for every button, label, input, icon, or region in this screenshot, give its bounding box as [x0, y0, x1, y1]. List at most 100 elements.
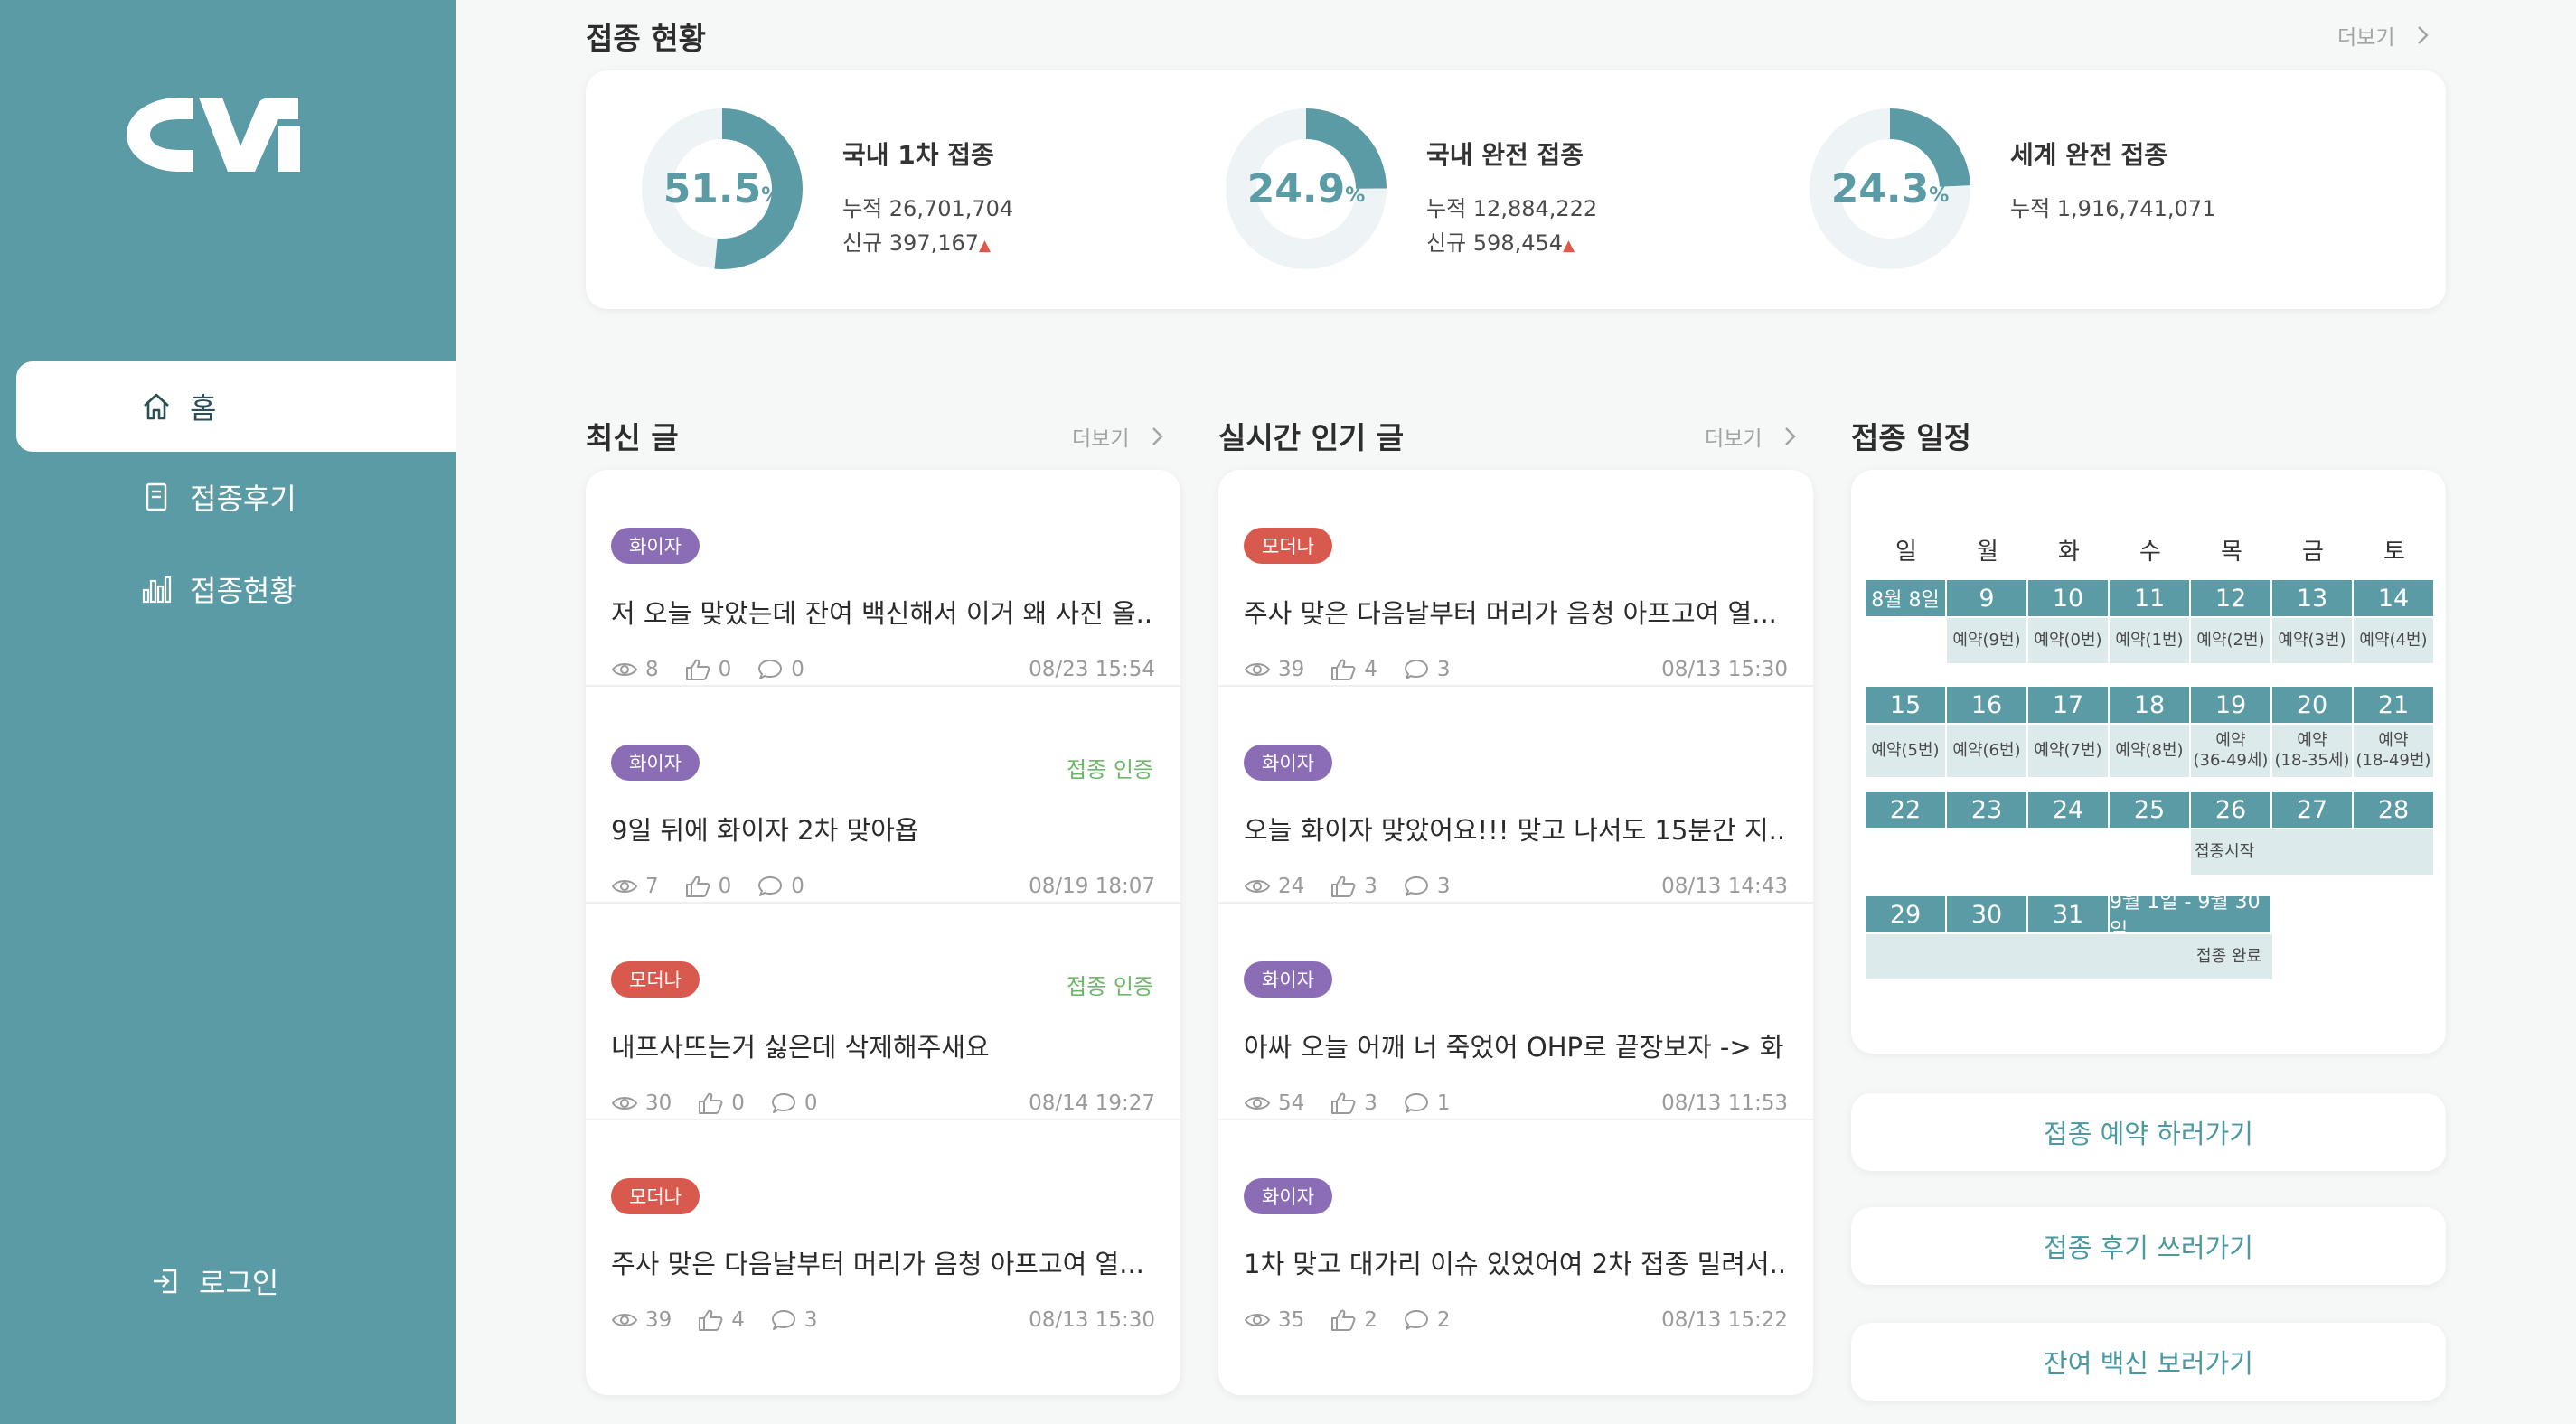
popular-section-title: 실시간 인기 글 — [1218, 420, 1405, 455]
nav-home[interactable]: 홈 — [16, 361, 456, 452]
comment-icon — [1404, 1310, 1428, 1330]
post-date: 08/13 15:30 — [1661, 658, 1788, 681]
post-item[interactable]: 화이자 접종 인증 9일 뒤에 화이자 2차 맞아욥 7 0 0 08/19 18:07 — [586, 687, 1180, 904]
leftover-vaccine-button[interactable]: 잔여 백신 보러가기 — [1851, 1323, 2446, 1401]
comment-icon — [758, 660, 783, 679]
schedule-section-title: 접종 일정 — [1851, 420, 1971, 455]
stat-title: 세계 완전 접종 — [2010, 140, 2168, 170]
calendar-day[interactable]: 18 — [2110, 687, 2189, 723]
calendar-day[interactable]: 12 — [2191, 580, 2270, 616]
vaccine-badge: 모더나 — [611, 1178, 700, 1214]
calendar-day[interactable]: 25 — [2110, 792, 2189, 828]
reservation-note — [1866, 618, 1945, 663]
progress-ring: 51.5% — [638, 105, 806, 273]
weekday-label: 월 — [1977, 539, 1998, 566]
popular-more-link[interactable]: 더보기 — [1705, 421, 1798, 452]
like-count: 0 — [731, 1091, 745, 1115]
reservation-note: 예약(6번) — [1947, 725, 2026, 777]
vaccine-badge: 화이자 — [1244, 745, 1332, 781]
nav-login[interactable]: 로그인 — [16, 1236, 456, 1326]
calendar-day[interactable]: 15 — [1866, 687, 1945, 723]
like-count: 0 — [718, 658, 732, 681]
nav-home-label: 홈 — [190, 391, 217, 426]
view-count: 39 — [1278, 658, 1305, 681]
reservation-note: 예약(1번) — [2110, 618, 2189, 663]
document-icon — [146, 482, 167, 511]
calendar-day[interactable]: 8월 8일 — [1866, 580, 1945, 616]
thumbs-up-icon — [685, 876, 710, 897]
vaccine-badge: 모더나 — [611, 961, 700, 998]
stat-new: 신규 598,454 — [1426, 230, 1564, 256]
thumbs-up-icon — [1331, 1309, 1356, 1331]
reserve-button[interactable]: 접종 예약 하러가기 — [1851, 1093, 2446, 1171]
post-item[interactable]: 모더나 주사 맞은 다음날부터 머리가 음청 아프고여 열... 39 4 3 08/13… — [586, 1120, 1180, 1337]
post-date: 08/13 14:43 — [1661, 875, 1788, 898]
post-item[interactable]: 모더나 접종 인증 내프사뜨는거 싫은데 삭제해주새요 30 0 0 08/14 19:27 — [586, 904, 1180, 1120]
calendar-day[interactable]: 10 — [2028, 580, 2108, 616]
bar-chart-icon — [142, 576, 172, 604]
calendar-day[interactable]: 9 — [1947, 580, 2026, 616]
calendar-day[interactable]: 19 — [2191, 687, 2270, 723]
popular-more-label: 더보기 — [1705, 427, 1763, 451]
post-item[interactable]: 모더나 주사 맞은 다음날부터 머리가 음청 아프고여 열... 39 4 3 08/13… — [1218, 470, 1813, 687]
post-meta: 30 0 0 08/14 19:27 — [611, 1091, 1155, 1115]
eye-icon — [1244, 1314, 1271, 1326]
stat-cumulative: 누적 26,701,704 — [842, 196, 1014, 221]
weekday-label: 일 — [1895, 539, 1917, 566]
up-arrow-icon: ▲ — [979, 237, 992, 255]
weekday-label: 토 — [2383, 539, 2405, 566]
calendar-day[interactable]: 20 — [2272, 687, 2352, 723]
status-more-link[interactable]: 더보기 — [2337, 20, 2430, 51]
calendar-day[interactable]: 21 — [2354, 687, 2433, 723]
stat-title: 국내 완전 접종 — [1426, 140, 1584, 170]
calendar-day[interactable]: 17 — [2028, 687, 2108, 723]
calendar-day[interactable]: 23 — [1947, 792, 2026, 828]
calendar-day[interactable]: 24 — [2028, 792, 2108, 828]
calendar-day[interactable]: 11 — [2110, 580, 2189, 616]
eye-icon — [611, 880, 638, 893]
progress-ring: 24.3% — [1806, 105, 1974, 273]
reservation-note: 예약 (18-35세) — [2272, 725, 2352, 777]
stat-new: 신규 397,167 — [842, 230, 980, 256]
stat-percent: 51.5% — [663, 165, 782, 212]
post-title: 1차 맞고 대가리 이슈 있었어여 2차 접종 밀려서... — [1244, 1249, 1786, 1279]
post-item[interactable]: 화이자 오늘 화이자 맞았어요!!! 맞고 나서도 15분간 지... 24 3 3 08… — [1218, 687, 1813, 904]
post-title: 오늘 화이자 맞았어요!!! 맞고 나서도 15분간 지... — [1244, 815, 1786, 846]
write-review-button[interactable]: 접종 후기 쓰러가기 — [1851, 1207, 2446, 1285]
calendar-day[interactable]: 31 — [2028, 896, 2108, 932]
post-meta: 35 2 2 08/13 15:22 — [1244, 1308, 1788, 1332]
latest-more-link[interactable]: 더보기 — [1072, 421, 1165, 452]
calendar-day[interactable]: 27 — [2272, 792, 2352, 828]
vaccine-badge: 화이자 — [611, 745, 700, 781]
view-count: 35 — [1278, 1308, 1305, 1332]
calendar-day[interactable]: 16 — [1947, 687, 2026, 723]
calendar-day[interactable]: 28 — [2354, 792, 2433, 828]
vaccine-badge: 화이자 — [611, 528, 700, 564]
eye-icon — [611, 663, 638, 676]
post-date: 08/23 15:54 — [1029, 658, 1155, 681]
calendar-day[interactable]: 9월 1일 - 9월 30일 — [2110, 891, 2270, 942]
calendar-day[interactable]: 30 — [1947, 896, 2026, 932]
post-item[interactable]: 화이자 아싸 오늘 어깨 너 죽었어 OHP로 끝장보자 -> 화... 54 3 1 0… — [1218, 904, 1813, 1120]
chevron-right-icon — [2418, 26, 2430, 44]
post-item[interactable]: 화이자 저 오늘 맞았는데 잔여 백신해서 이거 왜 사진 올... 8 0 0 08/2… — [586, 470, 1180, 687]
calendar-day[interactable]: 29 — [1866, 896, 1945, 932]
view-count: 8 — [645, 658, 659, 681]
reservation-note: 예약(3번) — [2272, 618, 2352, 663]
calendar-day[interactable]: 26 — [2191, 792, 2270, 828]
comment-count: 3 — [1436, 658, 1451, 681]
cvi-logo[interactable] — [123, 94, 307, 175]
thumbs-up-icon — [699, 1309, 723, 1331]
reservation-note: 예약(5번) — [1866, 725, 1945, 777]
post-meta: 39 4 3 08/13 15:30 — [611, 1308, 1155, 1332]
sidebar: 홈 접종후기 접종현황 로그인 — [0, 0, 456, 1424]
nav-stats[interactable]: 접종현황 — [16, 544, 456, 634]
vaccine-badge: 화이자 — [1244, 961, 1332, 998]
reservation-note: 예약 (18-49번) — [2354, 725, 2433, 777]
nav-review[interactable]: 접종후기 — [16, 452, 456, 542]
calendar-day[interactable]: 22 — [1866, 792, 1945, 828]
calendar-day[interactable]: 14 — [2354, 580, 2433, 616]
calendar-day[interactable]: 13 — [2272, 580, 2352, 616]
login-icon — [154, 1269, 177, 1294]
post-item[interactable]: 화이자 1차 맞고 대가리 이슈 있었어여 2차 접종 밀려서... 35 2 2 08/… — [1218, 1120, 1813, 1337]
